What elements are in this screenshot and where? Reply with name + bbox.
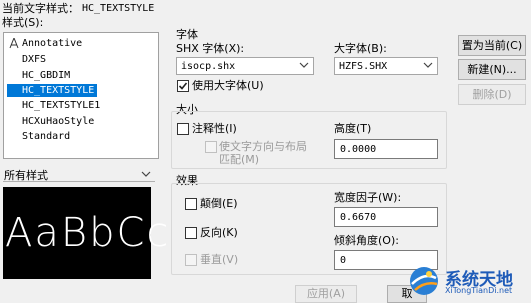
use-bigfont-checkbox[interactable] (177, 80, 189, 92)
bigfont-label: 大字体(B): (334, 42, 387, 55)
backwards-checkbox[interactable] (185, 227, 197, 239)
style-list-item[interactable]: HC_TEXTSTYLE1 (7, 99, 103, 112)
annotative-checkbox[interactable] (177, 123, 189, 135)
annotative-label: 注释性(I) (192, 122, 237, 135)
set-current-button[interactable]: 置为当前(C) (458, 35, 526, 56)
current-style-value: HC_TEXTSTYLE (82, 3, 155, 14)
preview-text: AaBbCc (5, 210, 171, 256)
watermark-url: XiTongTianDi.net (445, 286, 513, 295)
style-list-item[interactable]: DXFS (7, 53, 49, 66)
style-list-item[interactable]: HCXuHaoStyle (7, 115, 97, 128)
match-orientation-label-line2: 匹配(M) (219, 153, 260, 166)
match-orientation-checkbox[interactable] (205, 141, 217, 153)
vertical-label: 垂直(V) (200, 253, 239, 266)
height-label: 高度(T) (334, 122, 372, 135)
style-filter-dropdown[interactable]: 所有样式 (3, 165, 155, 182)
vertical-checkbox[interactable] (185, 254, 197, 266)
checkmark-icon (178, 82, 188, 90)
bigfont-dropdown[interactable]: HZFS.SHX (334, 57, 438, 75)
font-group-label: 字体 (176, 28, 198, 41)
width-factor-input[interactable]: 0.6670 (334, 207, 438, 227)
match-orientation-label-line1: 使文字方向与布局 (219, 140, 307, 153)
globe-logo-icon (410, 267, 438, 295)
annotative-icon (9, 38, 19, 49)
style-list[interactable]: Annotative DXFS HC_GBDIM HC_TEXTSTYLE HC… (3, 32, 159, 159)
shx-font-label: SHX 字体(X): (176, 42, 245, 55)
chevron-down-icon (141, 171, 151, 177)
shx-font-dropdown[interactable]: isocp.shx (176, 57, 314, 75)
delete-button[interactable]: 删除(D) (458, 84, 526, 105)
upside-down-label: 颠倒(E) (200, 197, 238, 210)
site-watermark: 系统天地 XiTongTianDi.net (407, 261, 529, 301)
chevron-down-icon (423, 62, 433, 68)
style-list-item[interactable]: HC_GBDIM (7, 69, 73, 82)
apply-button[interactable]: 应用(A) (295, 285, 357, 303)
width-factor-label: 宽度因子(W): (334, 191, 402, 204)
style-list-item[interactable]: Annotative (7, 37, 85, 50)
oblique-angle-label: 倾斜角度(O): (334, 234, 399, 247)
use-bigfont-label: 使用大字体(U) (192, 79, 264, 92)
height-input[interactable]: 0.0000 (334, 139, 438, 159)
preview-panel: AaBbCc (3, 187, 168, 279)
backwards-label: 反向(K) (200, 226, 238, 239)
current-style-label: 当前文字样式： (2, 2, 79, 15)
styles-label: 样式(S): (2, 16, 44, 29)
new-button[interactable]: 新建(N)... (458, 59, 526, 80)
style-list-item-selected[interactable]: HC_TEXTSTYLE (7, 84, 98, 97)
chevron-down-icon (299, 62, 309, 68)
style-list-item[interactable]: Standard (7, 130, 73, 143)
upside-down-checkbox[interactable] (185, 198, 197, 210)
